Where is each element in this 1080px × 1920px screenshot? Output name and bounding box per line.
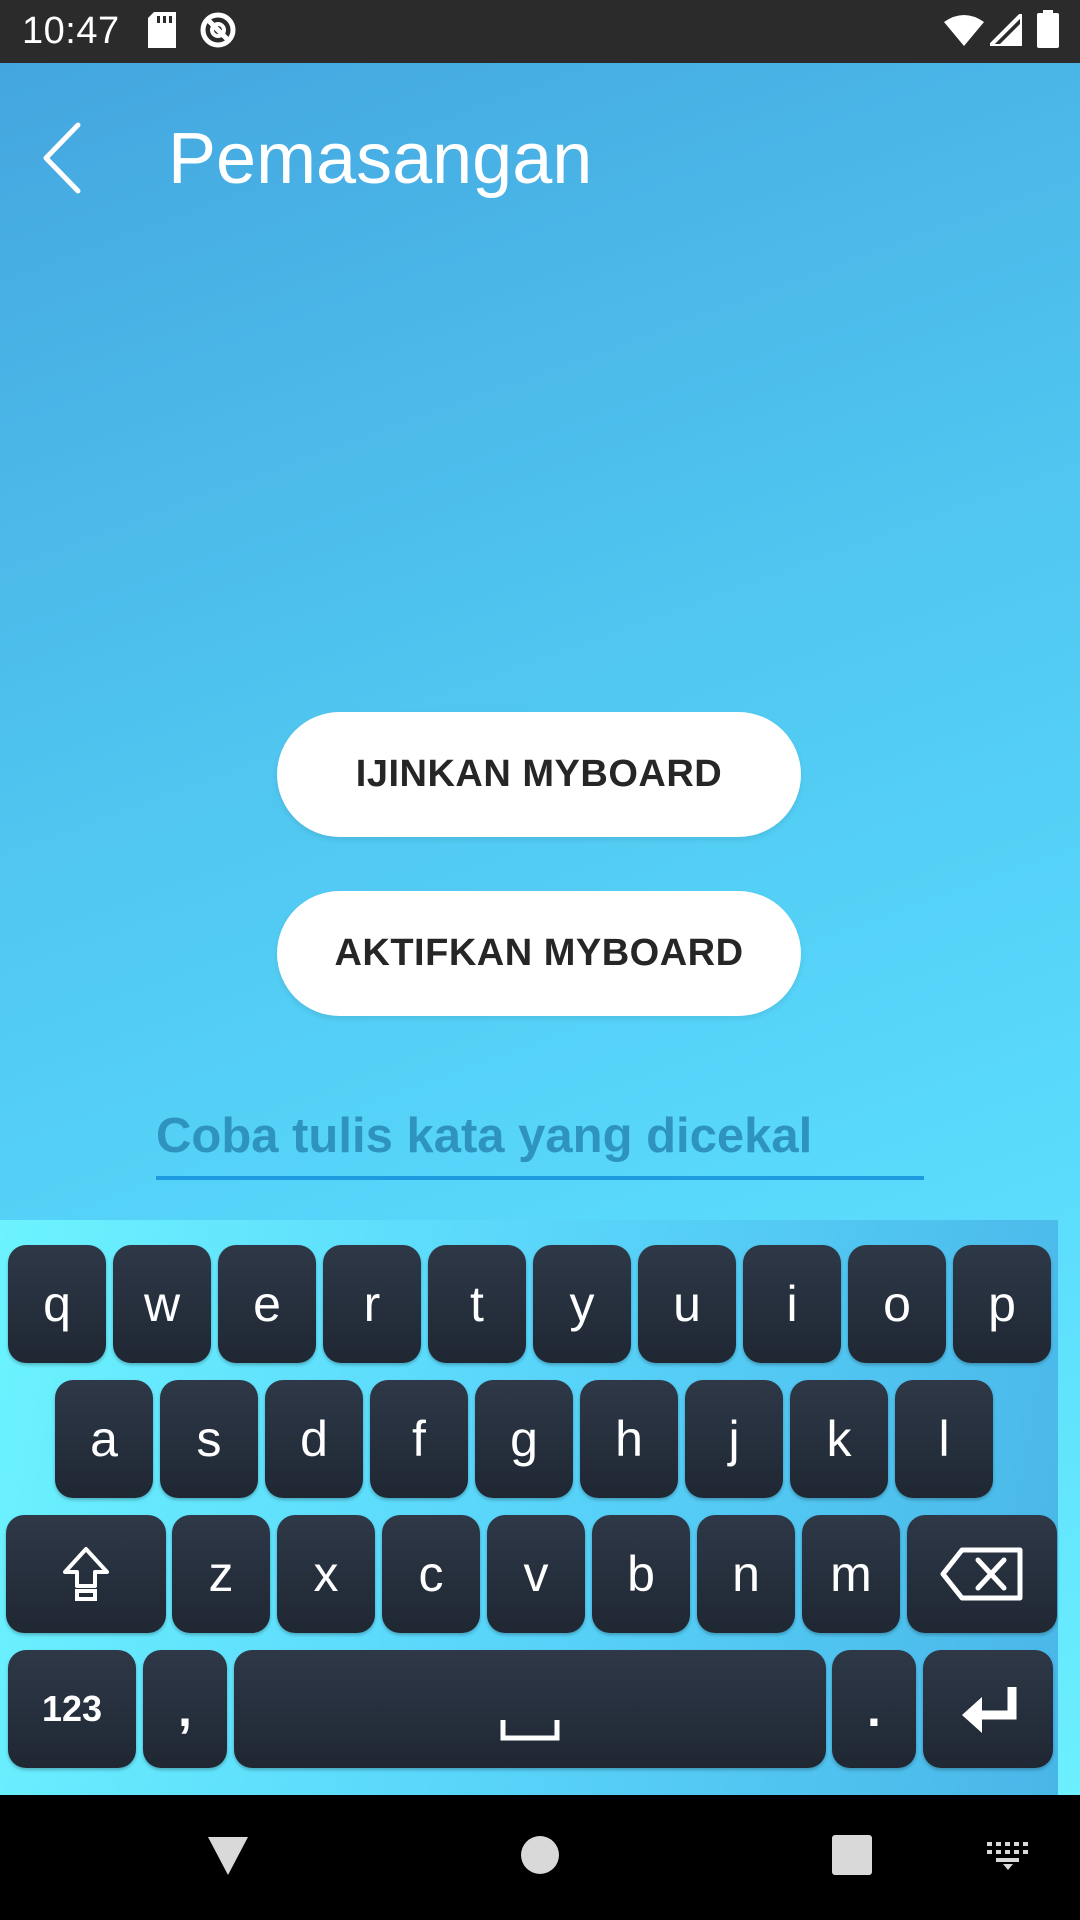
nav-recents-button[interactable] — [832, 1835, 872, 1880]
navigation-bar — [0, 1795, 1080, 1920]
status-bar: 10:47 — [0, 0, 1080, 63]
allow-myboard-button[interactable]: IJINKAN MYBOARD — [277, 712, 801, 837]
keyboard-switch-button[interactable] — [987, 1842, 1029, 1875]
key-s[interactable]: s — [160, 1380, 258, 1498]
key-q[interactable]: q — [8, 1245, 106, 1363]
key-l[interactable]: l — [895, 1380, 993, 1498]
key-h[interactable]: h — [580, 1380, 678, 1498]
key-o[interactable]: o — [848, 1245, 946, 1363]
key-b[interactable]: b — [592, 1515, 690, 1633]
battery-icon — [1037, 10, 1059, 53]
nav-home-button[interactable] — [520, 1835, 560, 1880]
recents-square-icon — [832, 1835, 872, 1875]
key-n[interactable]: n — [697, 1515, 795, 1633]
shift-icon — [63, 1547, 109, 1601]
period-key[interactable]: . — [832, 1650, 916, 1768]
key-u[interactable]: u — [638, 1245, 736, 1363]
key-r[interactable]: r — [323, 1245, 421, 1363]
key-e[interactable]: e — [218, 1245, 316, 1363]
chevron-left-icon — [43, 122, 81, 194]
key-c[interactable]: c — [382, 1515, 480, 1633]
space-key[interactable] — [234, 1650, 826, 1768]
nav-back-button[interactable] — [206, 1835, 250, 1882]
backspace-key[interactable] — [907, 1515, 1057, 1633]
key-d[interactable]: d — [265, 1380, 363, 1498]
key-y[interactable]: y — [533, 1245, 631, 1363]
key-z[interactable]: z — [172, 1515, 270, 1633]
back-triangle-icon — [208, 1837, 248, 1875]
key-t[interactable]: t — [428, 1245, 526, 1363]
key-p[interactable]: p — [953, 1245, 1051, 1363]
key-g[interactable]: g — [475, 1380, 573, 1498]
key-x[interactable]: x — [277, 1515, 375, 1633]
wifi-icon — [944, 14, 984, 51]
status-time: 10:47 — [22, 10, 120, 52]
key-i[interactable]: i — [743, 1245, 841, 1363]
key-f[interactable]: f — [370, 1380, 468, 1498]
signal-icon — [985, 9, 1024, 51]
keyboard: q w e r t y u i o p a s d f g h j k l z … — [0, 1220, 1058, 1795]
enter-icon — [962, 1687, 1017, 1733]
keyboard-switch-icon — [987, 1842, 1028, 1870]
key-v[interactable]: v — [487, 1515, 585, 1633]
back-button[interactable] — [34, 113, 94, 203]
key-k[interactable]: k — [790, 1380, 888, 1498]
page-title: Pemasangan — [168, 119, 593, 199]
no-sync-icon — [199, 11, 237, 54]
home-circle-icon — [521, 1836, 559, 1874]
key-w[interactable]: w — [113, 1245, 211, 1363]
backspace-icon — [940, 1547, 1023, 1601]
test-word-input[interactable] — [156, 1096, 924, 1180]
numbers-key[interactable]: 123 — [8, 1650, 136, 1768]
comma-key[interactable]: , — [143, 1650, 227, 1768]
enter-key[interactable] — [923, 1650, 1053, 1768]
space-bar-icon — [500, 1720, 560, 1741]
key-m[interactable]: m — [802, 1515, 900, 1633]
key-a[interactable]: a — [55, 1380, 153, 1498]
sd-card-icon — [148, 12, 176, 53]
activate-myboard-button[interactable]: AKTIFKAN MYBOARD — [277, 891, 801, 1016]
shift-key[interactable] — [6, 1515, 166, 1633]
key-j[interactable]: j — [685, 1380, 783, 1498]
